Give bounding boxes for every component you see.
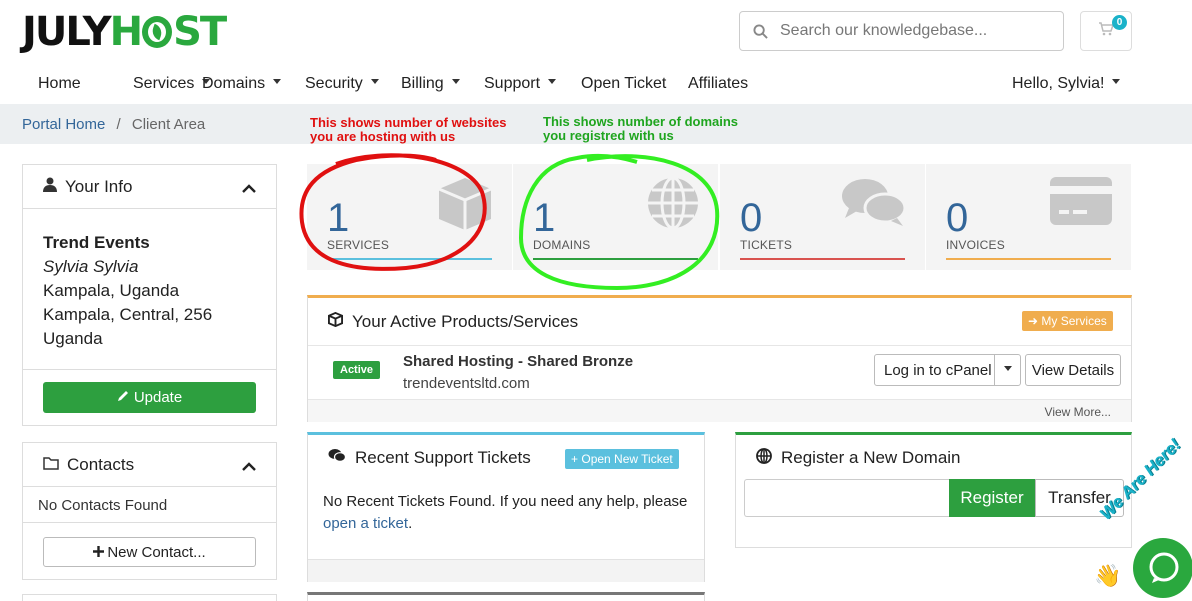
nav-security[interactable]: Security	[305, 75, 379, 93]
nav-billing[interactable]: Billing	[401, 75, 460, 93]
stat-tickets[interactable]: 0 TICKETS	[720, 164, 925, 270]
next-card-edge	[307, 592, 705, 601]
chevron-up-icon[interactable]	[242, 457, 256, 477]
tickets-underline	[740, 258, 905, 260]
nav-affiliates[interactable]: Affiliates	[688, 75, 748, 93]
address-line-1: Kampala, Uganda	[43, 281, 180, 300]
pencil-icon	[117, 389, 130, 406]
register-header: Register a New Domain	[736, 435, 1131, 481]
products-header: Your Active Products/Services ➜ My Servi…	[308, 298, 1131, 346]
contacts-header[interactable]: Contacts	[23, 443, 276, 487]
your-info-panel: Your Info Trend Events Sylvia Sylvia Kam…	[22, 164, 277, 426]
new-contact-button[interactable]: New Contact...	[43, 537, 256, 567]
comments-icon	[841, 176, 907, 232]
invoices-underline	[946, 258, 1111, 260]
address-line-3: Uganda	[43, 329, 103, 348]
product-name: Shared Hosting - Shared Bronze	[403, 353, 634, 370]
register-domain-card: Register a New Domain Register Transfer	[735, 432, 1132, 548]
main-nav: Home Services Domains Security Billing S…	[0, 66, 1192, 104]
products-footer: View More...	[308, 399, 1131, 422]
contacts-panel: Contacts No Contacts Found New Contact..…	[22, 442, 277, 580]
cpanel-dropdown-toggle[interactable]	[994, 354, 1021, 386]
breadcrumb-current: Client Area	[131, 116, 206, 133]
annotation-websites: This shows number of websites you are ho…	[310, 115, 507, 144]
your-info-header[interactable]: Your Info	[23, 165, 276, 209]
your-info-body: Trend Events Sylvia Sylvia Kampala, Ugan…	[23, 209, 276, 351]
view-more-link[interactable]: View More...	[1045, 405, 1111, 419]
cube-icon	[328, 311, 343, 332]
site-logo[interactable]: JULY H ST	[22, 9, 228, 55]
annotation-domains: This shows number of domains you registr…	[543, 114, 739, 143]
open-ticket-link[interactable]: open a ticket	[323, 515, 408, 532]
contacts-empty: No Contacts Found	[23, 487, 276, 523]
chevron-down-icon	[548, 79, 557, 85]
nav-open-ticket[interactable]: Open Ticket	[581, 75, 666, 93]
chevron-down-icon	[370, 79, 379, 85]
tickets-count: 0	[740, 196, 763, 240]
register-button[interactable]: Register	[949, 479, 1035, 517]
tickets-label: TICKETS	[740, 238, 793, 252]
chevron-down-icon	[1112, 79, 1121, 85]
nav-domains[interactable]: Domains	[202, 75, 282, 93]
register-title: Register a New Domain	[781, 448, 961, 467]
tickets-title: Recent Support Tickets	[355, 448, 531, 467]
product-domain: trendeventsltd.com	[403, 375, 530, 392]
leaf-icon	[142, 16, 173, 48]
stat-invoices[interactable]: 0 INVOICES	[926, 164, 1131, 270]
products-title: Your Active Products/Services	[352, 311, 579, 331]
breadcrumb: Portal Home / Client Area	[22, 116, 205, 133]
knowledgebase-search[interactable]	[739, 11, 1064, 51]
company-name: Trend Events	[43, 233, 150, 252]
address-line-2: Kampala, Central, 256	[43, 305, 213, 324]
annotation-circle-green	[518, 153, 720, 291]
your-info-title: Your Info	[65, 176, 133, 196]
chat-button[interactable]	[1133, 538, 1192, 598]
breadcrumb-separator: /	[116, 116, 121, 133]
chevron-down-icon	[273, 79, 282, 85]
tickets-card: Recent Support Tickets + Open New Ticket…	[307, 432, 705, 582]
plus-icon: +	[571, 452, 579, 466]
tickets-header: Recent Support Tickets + Open New Ticket	[308, 435, 704, 481]
cpanel-login-button[interactable]: Log in to cPanel	[874, 354, 1021, 386]
divider	[23, 369, 276, 370]
panel-edge	[22, 594, 277, 601]
contact-name: Sylvia Sylvia	[43, 257, 139, 276]
annotation-circle-red	[299, 153, 487, 271]
comments-icon	[328, 448, 347, 468]
nav-home[interactable]: Home	[38, 75, 81, 93]
open-new-ticket-button[interactable]: + Open New Ticket	[565, 449, 679, 469]
status-badge: Active	[333, 361, 381, 379]
cart-button[interactable]: 0	[1080, 11, 1132, 51]
search-input[interactable]	[780, 22, 1050, 40]
waving-hand-icon: 👋	[1094, 563, 1122, 588]
user-icon	[43, 177, 57, 197]
globe-icon	[756, 447, 772, 469]
logo-text-host: H ST	[109, 9, 228, 55]
contacts-title: Contacts	[67, 454, 135, 474]
nav-services[interactable]: Services	[133, 75, 211, 93]
search-icon	[740, 23, 780, 39]
domain-input[interactable]	[744, 479, 950, 517]
logo-text-july: JULY	[22, 9, 112, 55]
view-details-button[interactable]: View Details	[1025, 354, 1121, 386]
my-services-button[interactable]: ➜ My Services	[1022, 311, 1113, 331]
update-button[interactable]: Update	[43, 382, 256, 413]
arrow-right-icon: ➜	[1028, 314, 1039, 328]
chevron-up-icon[interactable]	[242, 179, 256, 199]
tickets-empty-message: No Recent Tickets Found. If you need any…	[323, 493, 688, 532]
chevron-down-icon	[451, 79, 460, 85]
invoices-label: INVOICES	[946, 238, 1005, 252]
chat-bubble-icon	[1148, 552, 1180, 588]
folder-icon	[43, 455, 59, 475]
chevron-down-icon	[1004, 365, 1012, 371]
plus-icon	[93, 544, 105, 561]
tickets-footer	[308, 559, 704, 582]
nav-support[interactable]: Support	[484, 75, 557, 93]
cart-count-badge: 0	[1112, 15, 1127, 30]
user-menu[interactable]: Hello, Sylvia!	[1012, 75, 1121, 93]
breadcrumb-home-link[interactable]: Portal Home	[22, 116, 105, 133]
invoices-count: 0	[946, 196, 969, 240]
credit-card-icon	[1049, 176, 1113, 230]
